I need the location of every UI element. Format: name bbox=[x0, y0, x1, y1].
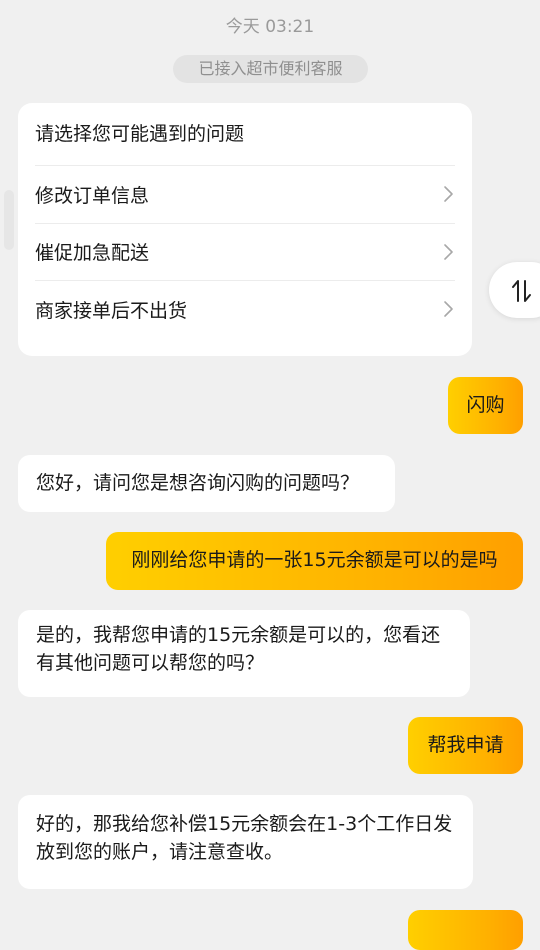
faq-item-label: 催促加急配送 bbox=[35, 242, 150, 265]
faq-item-label: 修改订单信息 bbox=[35, 184, 150, 207]
faq-menu-card: 请选择您可能遇到的问题 修改订单信息 催促加急配送 商家接单后不出货 bbox=[18, 103, 472, 356]
faq-item-merchant-not-shipping[interactable]: 商家接单后不出货 bbox=[35, 280, 455, 338]
timestamp: 今天 03:21 bbox=[225, 17, 315, 37]
faq-item-urge-delivery[interactable]: 催促加急配送 bbox=[35, 222, 455, 281]
system-notice: 已接入超市便利客服 bbox=[173, 55, 368, 83]
chevron-right-icon bbox=[444, 243, 453, 260]
chevron-right-icon bbox=[444, 186, 453, 203]
faq-item-modify-order[interactable]: 修改订单信息 bbox=[35, 165, 455, 223]
faq-menu-title: 请选择您可能遇到的问题 bbox=[35, 123, 245, 145]
swap-button[interactable] bbox=[489, 262, 540, 318]
chevron-right-icon bbox=[444, 301, 453, 318]
message-bubble-outgoing bbox=[408, 910, 523, 950]
faq-item-label: 商家接单后不出货 bbox=[35, 299, 188, 322]
swap-vertical-icon bbox=[512, 280, 531, 302]
message-bubble-outgoing: 闪购 bbox=[448, 377, 523, 434]
message-bubble-incoming: 您好，请问您是想咨询闪购的问题吗？ bbox=[18, 455, 395, 512]
message-bubble-outgoing: 刚刚给您申请的一张15元余额是可以的是吗 bbox=[106, 532, 523, 590]
message-bubble-outgoing: 帮我申请 bbox=[408, 717, 523, 774]
message-bubble-incoming: 好的，那我给您补偿15元余额会在1-3个工作日发放到您的账户，请注意查收。 bbox=[18, 795, 473, 889]
message-bubble-incoming: 是的，我帮您申请的15元余额是可以的，您看还有其他问题可以帮您的吗？ bbox=[18, 610, 470, 697]
scroll-indicator bbox=[4, 190, 14, 250]
